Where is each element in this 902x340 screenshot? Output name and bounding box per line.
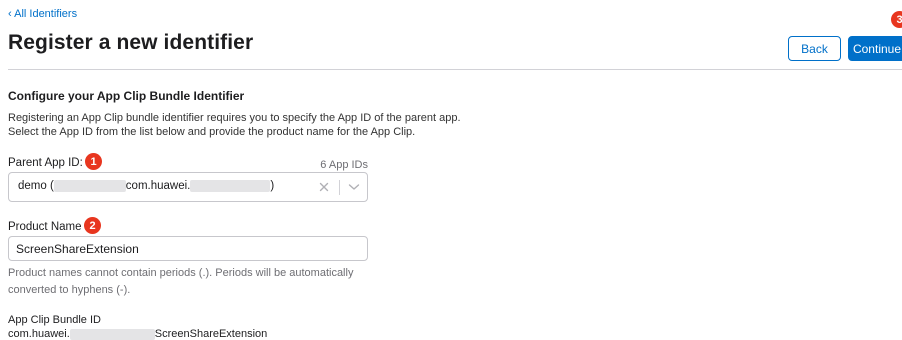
parent-app-id-select[interactable]: demo ( com.huawei.) — [8, 172, 368, 202]
app-clip-bundle-id-label: App Clip Bundle ID — [8, 314, 101, 326]
section-description-line1: Registering an App Clip bundle identifie… — [8, 112, 461, 124]
app-clip-bundle-id-value: com.huawei. ScreenShareExtension — [8, 328, 267, 340]
step-badge-2: 2 — [84, 217, 101, 234]
page-title: Register a new identifier — [8, 31, 254, 54]
back-button[interactable]: Back — [788, 36, 841, 61]
parent-app-value-middle: com.huawei. — [125, 180, 191, 193]
step-badge-3: 3 — [891, 11, 902, 28]
chevron-down-icon[interactable] — [346, 179, 362, 195]
select-separator — [339, 180, 340, 195]
section-description-line2: Select the App ID from the list below an… — [8, 126, 416, 138]
bundle-id-suffix: ScreenShareExtension — [154, 328, 268, 340]
register-identifier-page: ‹ All Identifiers Register a new identif… — [0, 0, 902, 340]
step-badge-1: 1 — [85, 153, 102, 170]
header-divider — [8, 69, 902, 70]
redacted-team-id — [53, 180, 126, 192]
product-name-help: Product names cannot contain periods (.)… — [8, 267, 354, 296]
product-name-label: Product Name — [8, 221, 82, 233]
redacted-bundle-suffix — [190, 180, 271, 192]
all-identifiers-link[interactable]: ‹ All Identifiers — [8, 8, 77, 20]
app-id-count: 6 App IDs — [320, 159, 368, 171]
product-name-input[interactable] — [8, 236, 368, 261]
parent-app-id-value: demo ( com.huawei.) — [18, 180, 274, 192]
bundle-id-prefix: com.huawei. — [8, 328, 70, 340]
close-icon[interactable] — [316, 179, 332, 195]
redacted-bundle-middle — [69, 328, 155, 340]
section-heading: Configure your App Clip Bundle Identifie… — [8, 89, 245, 103]
parent-app-id-label: Parent App ID: — [8, 157, 83, 169]
parent-app-value-prefix: demo ( — [18, 180, 54, 193]
parent-app-value-suffix: ) — [270, 180, 275, 193]
continue-button[interactable]: Continue — [848, 36, 902, 61]
